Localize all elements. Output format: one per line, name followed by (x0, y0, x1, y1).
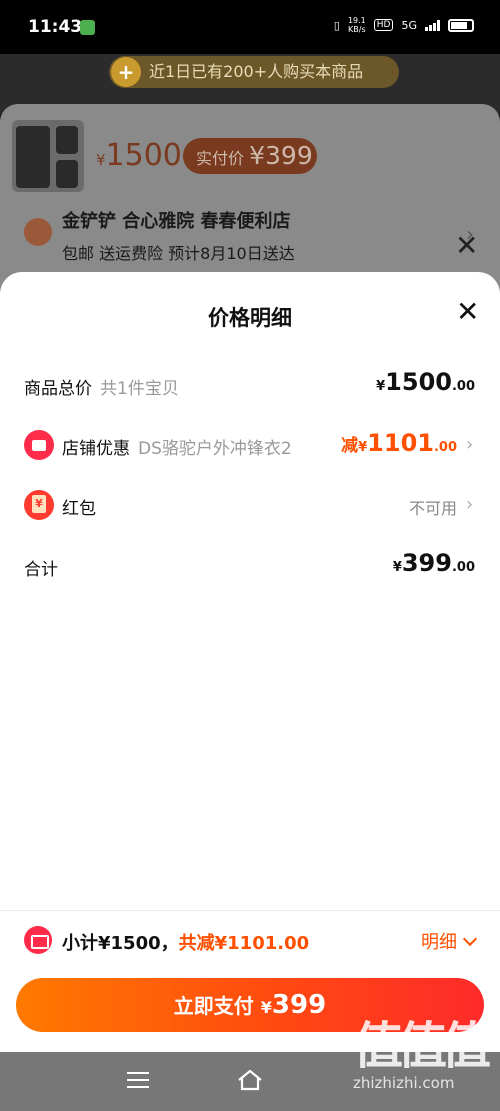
red-packet-status[interactable]: 不可用 (409, 495, 457, 519)
shop-discount-amount[interactable]: 减¥1101.00 (341, 429, 457, 457)
subtotal-summary: 小计¥1500，共减¥1101.00 (62, 929, 309, 955)
amount-dec: .00 (451, 379, 475, 394)
total-price-label: 商品总价 (24, 379, 92, 399)
delivery-info: 包邮 送运费险 预计8月10日送达 (62, 244, 295, 263)
chevron-right-icon[interactable]: › (466, 222, 474, 246)
amount-int: 1101 (367, 429, 434, 457)
signal-icon (425, 19, 440, 31)
sum-amount: ¥399.00 (393, 549, 475, 577)
app-notification-icon (80, 20, 95, 35)
chevron-down-icon (462, 931, 478, 947)
detail-toggle[interactable]: 明细 (421, 928, 478, 954)
subtotal-text: 小计¥1500， (62, 933, 179, 954)
pay-price-value: ¥399 (249, 141, 313, 170)
status-bar: 11:43 ▯ 19.1 KB/s HD 5G (0, 0, 500, 54)
net-speed-unit: KB/s (348, 25, 366, 34)
pay-button-amount: 399 (271, 990, 327, 1020)
close-icon[interactable]: ✕ (456, 298, 479, 326)
amount-int: 399 (401, 549, 452, 577)
total-discount-text: 共减¥1101.00 (178, 933, 310, 954)
chevron-right-icon[interactable]: › (466, 494, 473, 515)
pay-price-label: 实付价 (196, 149, 245, 168)
amount-int: 1500 (385, 368, 452, 396)
battery-icon (448, 18, 474, 32)
sheet-title: 价格明细 (208, 306, 292, 330)
location-icon (24, 218, 52, 246)
amount-dec: .00 (451, 560, 475, 575)
address-name[interactable]: 金铲铲 合心雅院 春春便利店 (62, 207, 291, 233)
shop-discount-label: 店铺优惠 (62, 439, 130, 459)
watermark-logo: 值值值 (353, 1017, 491, 1075)
original-price-currency: ¥ (96, 151, 106, 169)
pay-price-badge: 实付价 ¥399 (183, 138, 317, 174)
currency-symbol: ¥ (376, 379, 386, 394)
shop-discount-row[interactable]: 店铺优惠 DS骆驼户外冲锋衣2 (62, 434, 292, 459)
menu-icon[interactable] (127, 1072, 149, 1090)
currency-symbol: ¥ (392, 560, 402, 575)
home-icon[interactable] (237, 1069, 263, 1091)
total-price-amount: ¥1500.00 (376, 368, 475, 396)
product-thumbnail[interactable] (12, 120, 84, 192)
watermark-url: zhizhizhi.com (353, 1074, 455, 1092)
divider (0, 910, 500, 911)
coupon-icon (24, 926, 52, 954)
amount-dec: .00 (433, 440, 457, 455)
currency-symbol: ¥ (358, 440, 368, 455)
network-type: 5G (401, 18, 417, 32)
toast-text: 近1日已有200+人购买本商品 (149, 62, 364, 81)
sum-label: 合计 (24, 560, 58, 580)
original-price: ¥1500 (96, 138, 182, 173)
red-packet-label: 红包 (62, 499, 96, 519)
original-price-value: 1500 (105, 138, 182, 173)
net-speed: 19.1 KB/s (348, 16, 366, 34)
purchase-toast: + 近1日已有200+人购买本商品 (109, 56, 399, 88)
vibrate-icon: ▯ (333, 18, 340, 32)
pay-button-currency: ¥ (260, 998, 272, 1017)
net-speed-value: 19.1 (347, 16, 366, 25)
shop-icon (24, 430, 54, 460)
chevron-right-icon[interactable]: › (466, 434, 473, 455)
detail-toggle-label: 明细 (421, 932, 457, 953)
red-packet-row[interactable]: 红包 (62, 494, 96, 519)
status-time: 11:43 (28, 17, 83, 37)
pay-button-label: 立即支付 (173, 994, 254, 1018)
item-count: 共1件宝贝 (100, 379, 179, 399)
watermark: 值值值 zhizhizhi.com (353, 1018, 493, 1108)
status-icons: ▯ 19.1 KB/s HD 5G (334, 16, 474, 34)
sum-row: 合计 (24, 555, 58, 580)
hd-badge: HD (373, 19, 394, 31)
shopping-bag-icon: + (111, 57, 141, 87)
red-packet-icon (24, 490, 54, 520)
total-price-row: 商品总价 共1件宝贝 (24, 374, 179, 399)
shop-discount-name: DS骆驼户外冲锋衣2 (138, 439, 292, 459)
discount-prefix: 减 (341, 436, 359, 456)
